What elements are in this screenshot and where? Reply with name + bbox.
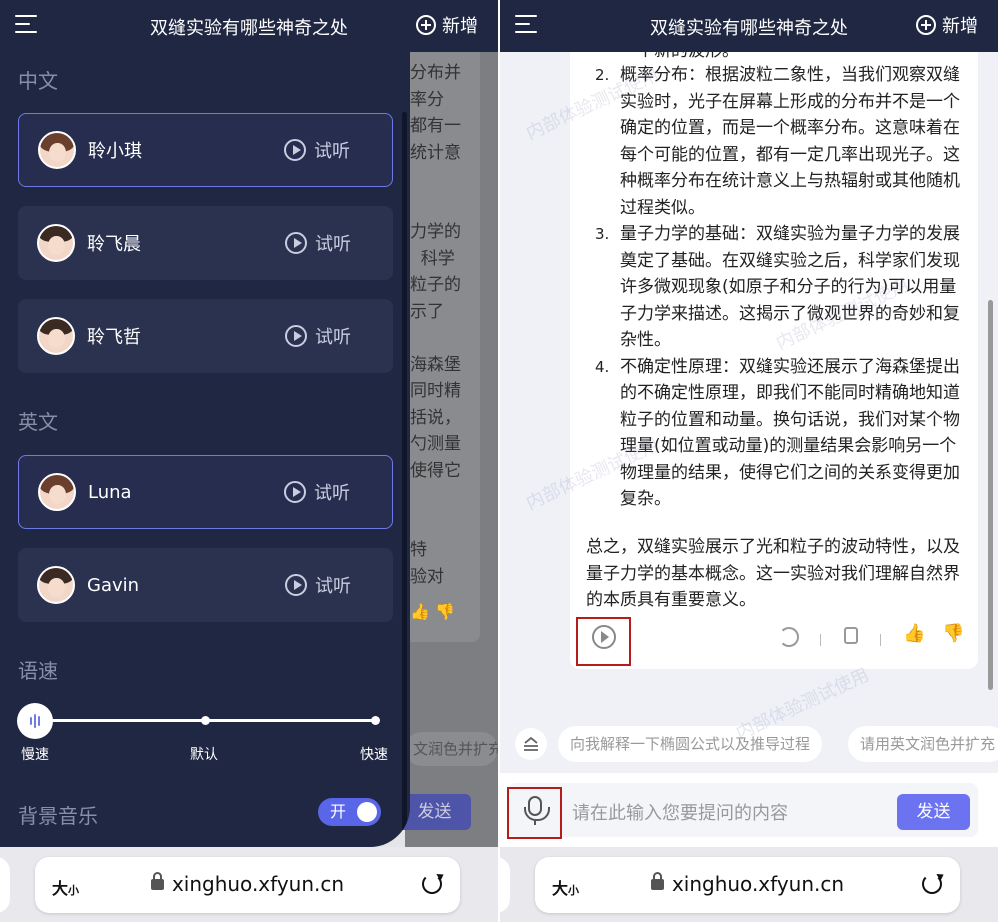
browser-tab-edge[interactable] <box>0 857 10 913</box>
listen-label: 试听 <box>315 327 351 348</box>
play-circle-icon <box>285 574 307 596</box>
dimmed-suggestion-chip: 文润色并扩充 <box>405 732 498 766</box>
dimmed-answer-card: 分布并 率分 都有一 统计意 力学的 科学 粒子的 示了 海森堡 同时精 括说，… <box>405 52 480 642</box>
avatar <box>37 317 75 355</box>
reload-icon[interactable] <box>422 874 442 894</box>
left-screen: 分布并 率分 都有一 统计意 力学的 科学 粒子的 示了 海森堡 同时精 括说，… <box>0 0 498 922</box>
dimmed-thumbs-icon: 👍 👎 <box>410 602 455 621</box>
voice-item-lingfeichen[interactable]: 聆飞晨 试听 <box>18 206 393 280</box>
speed-slider-knob[interactable] <box>17 703 53 739</box>
url-text: xinghuo.xfyun.cn <box>35 872 460 896</box>
listen-button[interactable]: 试听 <box>285 230 351 256</box>
new-chat-label: 新增 <box>942 16 978 37</box>
bgm-label: 背景音乐 <box>18 804 98 828</box>
section-english: 英文 <box>18 410 58 434</box>
chat-scrollbar[interactable] <box>988 300 993 690</box>
voice-name: 聆飞晨 <box>87 234 141 255</box>
play-circle-icon <box>284 139 306 161</box>
app-header: 双缝实验有哪些神奇之处 新增 <box>0 0 498 52</box>
speed-default-label: 默认 <box>190 747 218 763</box>
copy-icon[interactable] <box>844 627 858 644</box>
suggestion-chip[interactable]: 请用英文润色并扩充 <box>848 726 998 762</box>
send-button[interactable]: 发送 <box>897 794 970 830</box>
input-bar: 请在此输入您要提问的内容 发送 <box>500 773 998 847</box>
separator <box>820 634 821 646</box>
speed-slow-label: 慢速 <box>21 747 49 763</box>
lock-icon <box>650 872 664 890</box>
plus-circle-icon <box>916 15 936 35</box>
listen-button[interactable]: 试听 <box>284 137 350 163</box>
listen-label: 试听 <box>314 483 350 504</box>
listen-label: 试听 <box>314 141 350 162</box>
new-chat-button[interactable]: 新增 <box>416 12 478 38</box>
voice-settings-drawer: 中文 聆小琪 试听 聆飞晨 试听 聆飞哲 试听 英文 Luna 试听 Gavin… <box>0 52 410 847</box>
bgm-toggle[interactable]: 开 <box>318 798 381 826</box>
voice-name: 聆小琪 <box>88 141 142 162</box>
answer-card: 一个新的波形。 2.概率分布：根据波粒二象性，当我们观察双缝实验时，光子在屏幕上… <box>570 41 978 669</box>
listen-label: 试听 <box>315 234 351 255</box>
voice-item-lingxiaoqi[interactable]: 聆小琪 试听 <box>18 113 393 187</box>
listen-button[interactable]: 试听 <box>285 572 351 598</box>
listen-button[interactable]: 试听 <box>284 479 350 505</box>
speed-tick-fast[interactable] <box>371 716 380 725</box>
browser-bar: 大小 xinghuo.xfyun.cn <box>0 847 498 922</box>
avatar <box>38 473 76 511</box>
highlight-box-play <box>576 617 631 666</box>
url-text: xinghuo.xfyun.cn <box>535 872 960 896</box>
lock-icon <box>150 872 164 890</box>
regenerate-icon[interactable] <box>779 627 799 647</box>
listen-label: 试听 <box>315 576 351 597</box>
new-chat-label: 新增 <box>442 16 478 37</box>
play-circle-icon <box>285 325 307 347</box>
speed-fast-label: 快速 <box>360 747 388 763</box>
new-chat-button[interactable]: 新增 <box>916 12 978 38</box>
voice-item-gavin[interactable]: Gavin 试听 <box>18 548 393 622</box>
voice-name: Luna <box>88 481 132 503</box>
play-circle-icon <box>284 481 306 503</box>
answer-action-bar: 👍 👎 <box>570 619 978 659</box>
separator <box>880 634 881 646</box>
browser-bar: 大小 xinghuo.xfyun.cn <box>500 847 998 922</box>
dimmed-chat-background: 分布并 率分 都有一 统计意 力学的 科学 粒子的 示了 海森堡 同时精 括说，… <box>398 52 498 847</box>
list-item: 2. 概率分布：根据波粒二象性，当我们观察双缝实验时，光子在屏幕上形成的分布并不是… <box>595 65 960 218</box>
play-circle-icon <box>285 232 307 254</box>
avatar <box>38 131 76 169</box>
suggestion-toggle-icon[interactable] <box>515 728 547 760</box>
address-bar[interactable]: 大小 xinghuo.xfyun.cn <box>35 857 460 913</box>
thumbs-down-icon[interactable]: 👎 <box>942 623 964 644</box>
app-header: 双缝实验有哪些神奇之处 新增 <box>500 0 998 52</box>
dimmed-answer-text: 分布并 率分 都有一 统计意 力学的 科学 粒子的 示了 海森堡 同时精 括说，… <box>410 63 461 587</box>
plus-circle-icon <box>416 15 436 35</box>
voice-item-lingfeizhe[interactable]: 聆飞哲 试听 <box>18 299 393 373</box>
voice-name: 聆飞哲 <box>87 327 141 348</box>
answer-list: 2. 概率分布：根据波粒二象性，当我们观察双缝实验时，光子在屏幕上形成的分布并不是… <box>595 62 965 513</box>
right-screen: 一个新的波形。 2.概率分布：根据波粒二象性，当我们观察双缝实验时，光子在屏幕上… <box>500 0 998 922</box>
listen-button[interactable]: 试听 <box>285 323 351 349</box>
speed-tick-default[interactable] <box>201 716 210 725</box>
reload-icon[interactable] <box>922 874 942 894</box>
voice-item-luna[interactable]: Luna 试听 <box>18 455 393 529</box>
drawer-scrollbar[interactable] <box>402 112 407 832</box>
answer-summary: 总之，双缝实验展示了光和粒子的波动特性，以及量子力学的基本概念。这一实验对我们理… <box>586 537 960 610</box>
chat-input[interactable]: 请在此输入您要提问的内容 <box>572 799 788 825</box>
highlight-box-mic <box>507 787 562 839</box>
speed-label: 语速 <box>18 659 58 683</box>
avatar <box>37 224 75 262</box>
browser-tab-edge[interactable] <box>500 857 510 913</box>
address-bar[interactable]: 大小 xinghuo.xfyun.cn <box>535 857 960 913</box>
list-item: 3. 量子力学的基础：双缝实验为量子力学的发展奠定了基础。在双缝实验之后，科学家们… <box>595 224 960 350</box>
thumbs-up-icon[interactable]: 👍 <box>903 623 925 644</box>
section-chinese: 中文 <box>18 69 58 93</box>
voice-name: Gavin <box>87 574 140 596</box>
avatar <box>37 566 75 604</box>
list-item: 4. 不确定性原理：双缝实验还展示了海森堡提出的不确定性原理，即我们不能同时精确地… <box>595 356 960 510</box>
suggestion-chip[interactable]: 向我解释一下椭圆公式以及推导过程 <box>558 726 823 762</box>
